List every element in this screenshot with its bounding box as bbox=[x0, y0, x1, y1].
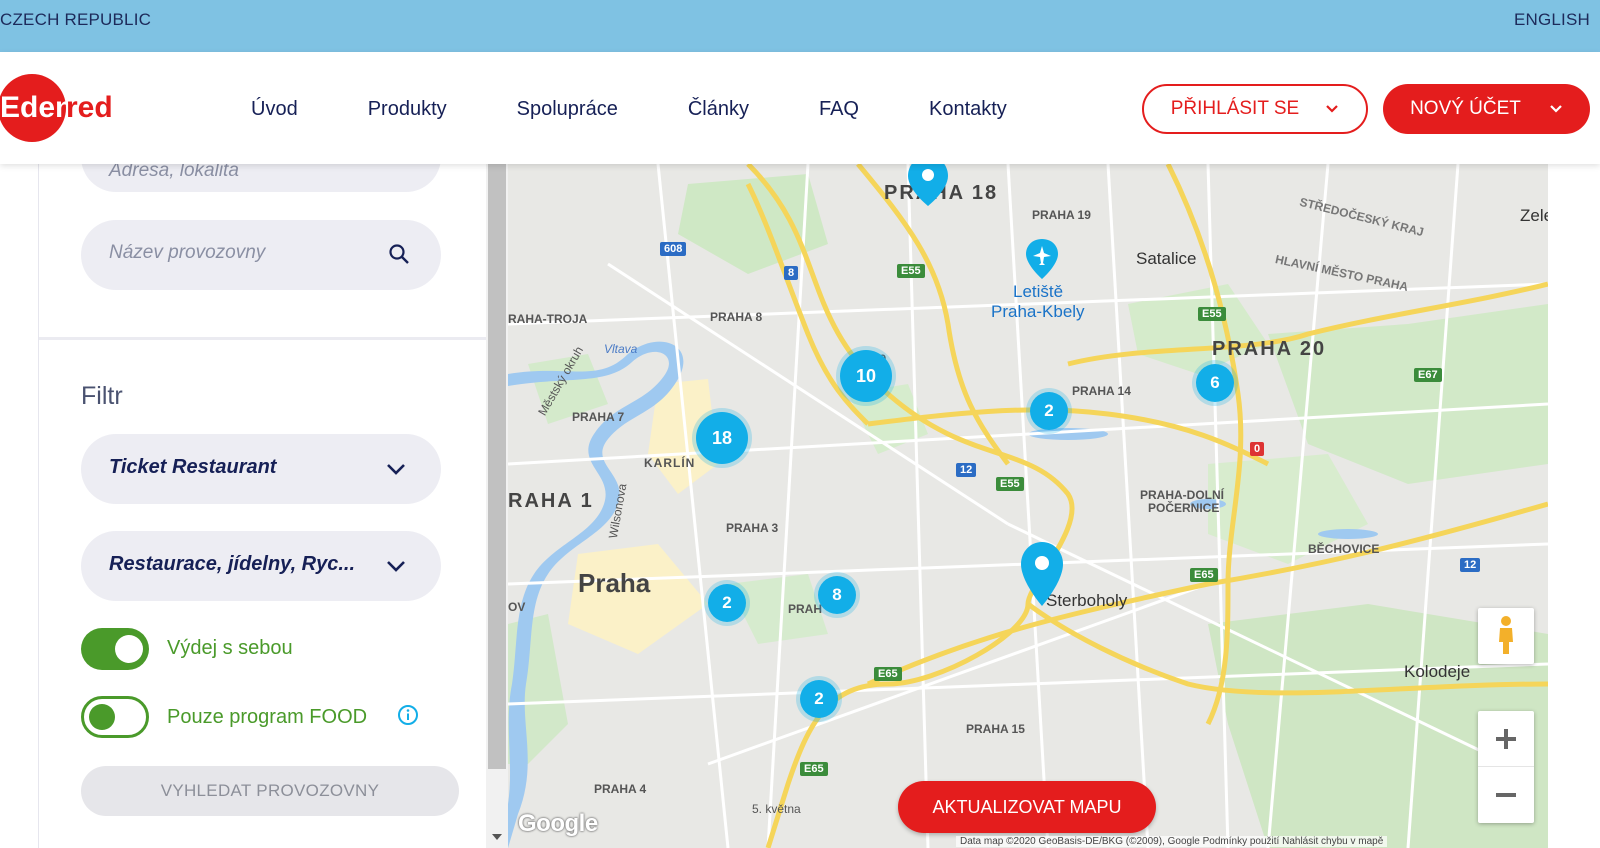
marker-cluster[interactable]: 2 bbox=[800, 680, 838, 718]
street-view-pegman[interactable] bbox=[1478, 608, 1534, 664]
new-account-button[interactable]: NOVÝ ÚČET bbox=[1383, 84, 1590, 134]
takeaway-toggle[interactable] bbox=[81, 628, 149, 670]
card-select[interactable]: Ticket Restaurant bbox=[81, 434, 441, 504]
map-attribution[interactable]: Data map ©2020 GeoBasis-DE/BKG (©2009), … bbox=[956, 836, 1388, 847]
map-label: 5. května bbox=[752, 802, 801, 816]
road-shield: 12 bbox=[1460, 558, 1481, 572]
login-label: PŘIHLÁSIT SE bbox=[1170, 98, 1300, 119]
info-icon[interactable] bbox=[397, 704, 419, 726]
marker-cluster[interactable]: 2 bbox=[708, 584, 746, 622]
edenred-logo[interactable]: Eden red bbox=[0, 72, 120, 144]
nav-uvod[interactable]: Úvod bbox=[251, 98, 298, 121]
map-label: PRAHA 4 bbox=[594, 782, 647, 796]
map[interactable]: PRAHA 18 PRAHA 19 Satalice STŘEDOČESKÝ K… bbox=[508, 164, 1548, 848]
site-header: Eden red Úvod Produkty Spolupráce Články… bbox=[0, 52, 1600, 164]
pegman-icon bbox=[1499, 616, 1513, 654]
map-label: Praha bbox=[578, 568, 651, 598]
map-label: RAHA 1 bbox=[508, 490, 594, 512]
map-label: PRAHA 3 bbox=[726, 521, 779, 535]
search-icon[interactable] bbox=[387, 242, 411, 266]
main-nav: Úvod Produkty Spolupráce Články FAQ Kont… bbox=[251, 98, 1007, 121]
map-label: PRAHA-DOLNÍ bbox=[1140, 488, 1224, 502]
map-label: Kolodeje bbox=[1404, 662, 1471, 681]
divider bbox=[39, 337, 487, 340]
map-label: PRAHA 14 bbox=[1072, 384, 1131, 398]
road-shield: 608 bbox=[660, 242, 687, 256]
top-bar: CZECH REPUBLIC ENGLISH bbox=[0, 0, 1600, 52]
location-pin-icon[interactable] bbox=[1020, 542, 1064, 606]
road-shield: E67 bbox=[1414, 368, 1442, 382]
category-select-value: Restaurace, jídelny, Ryc... bbox=[109, 553, 356, 575]
map-label: PRAHA 7 bbox=[572, 410, 625, 424]
map-label: POČERNICE bbox=[1148, 501, 1220, 515]
map-label: Zele bbox=[1520, 206, 1548, 225]
map-label: PRAH bbox=[788, 602, 823, 616]
panel-scrollbar[interactable] bbox=[486, 164, 508, 848]
map-label: PRAHA 19 bbox=[1032, 208, 1091, 222]
zoom-out-button[interactable] bbox=[1478, 767, 1534, 823]
marker-cluster[interactable]: 8 bbox=[818, 576, 856, 614]
search-panel: Adresa, lokalita Název provozovny Filtr … bbox=[38, 122, 487, 848]
map-label: RAHA-TROJA bbox=[508, 312, 588, 326]
road-shield: 0 bbox=[1250, 442, 1265, 456]
map-label: Satalice bbox=[1136, 249, 1197, 268]
road-shield: E55 bbox=[996, 477, 1024, 491]
nav-kontakty[interactable]: Kontakty bbox=[929, 98, 1007, 121]
nav-produkty[interactable]: Produkty bbox=[368, 98, 447, 121]
zoom-in-button[interactable] bbox=[1478, 711, 1534, 767]
map-label: BĚCHOVICE bbox=[1308, 542, 1380, 556]
airport-icon bbox=[1026, 239, 1058, 279]
zoom-control bbox=[1478, 711, 1534, 823]
takeaway-label: Výdej s sebou bbox=[167, 637, 293, 659]
marker-cluster[interactable]: 18 bbox=[696, 412, 748, 464]
svg-text:red: red bbox=[66, 91, 113, 124]
road-shield: 12 bbox=[956, 463, 977, 477]
minus-icon bbox=[1496, 793, 1516, 797]
nav-spoluprace[interactable]: Spolupráce bbox=[517, 98, 618, 121]
category-select[interactable]: Restaurace, jídelny, Ryc... bbox=[81, 531, 441, 601]
plus-icon bbox=[1496, 728, 1516, 749]
map-label: Letiště bbox=[1013, 282, 1064, 301]
marker-cluster[interactable]: 6 bbox=[1196, 364, 1234, 402]
language-switch[interactable]: ENGLISH bbox=[1514, 10, 1590, 30]
road-shield: E65 bbox=[874, 667, 902, 681]
name-input[interactable]: Název provozovny bbox=[81, 220, 441, 290]
food-only-toggle[interactable] bbox=[81, 696, 149, 738]
map-label: PRAHA 8 bbox=[710, 310, 763, 324]
login-button[interactable]: PŘIHLÁSIT SE bbox=[1142, 84, 1368, 134]
chevron-down-icon bbox=[1550, 105, 1562, 113]
road-shield: E65 bbox=[800, 762, 828, 776]
google-logo: Google bbox=[518, 810, 598, 837]
nav-clanky[interactable]: Články bbox=[688, 98, 749, 121]
marker-cluster[interactable]: 2 bbox=[1030, 392, 1068, 430]
card-select-value: Ticket Restaurant bbox=[109, 456, 277, 478]
map-label: KARLÍN bbox=[644, 456, 696, 470]
food-only-label: Pouze program FOOD bbox=[167, 706, 368, 728]
search-venues-button[interactable]: VYHLEDAT PROVOZOVNY bbox=[81, 766, 459, 816]
scrollbar-thumb[interactable] bbox=[488, 164, 506, 769]
name-placeholder: Název provozovny bbox=[109, 242, 266, 263]
road-shield: 8 bbox=[784, 266, 799, 280]
marker-cluster[interactable]: 10 bbox=[840, 350, 892, 402]
chevron-down-icon bbox=[387, 464, 405, 475]
chevron-down-icon bbox=[387, 561, 405, 572]
road-shield: E55 bbox=[1198, 307, 1226, 321]
road-shield: E65 bbox=[1190, 568, 1218, 582]
scroll-down-arrow[interactable] bbox=[492, 834, 502, 840]
country-selector[interactable]: CZECH REPUBLIC bbox=[0, 10, 151, 30]
nav-faq[interactable]: FAQ bbox=[819, 98, 859, 121]
map-label: OV bbox=[508, 600, 526, 614]
map-label: PRAHA 20 bbox=[1212, 338, 1327, 360]
svg-text:Eden: Eden bbox=[0, 91, 73, 124]
update-map-button[interactable]: AKTUALIZOVAT MAPU bbox=[898, 781, 1156, 833]
chevron-down-icon bbox=[1326, 105, 1339, 113]
filter-title: Filtr bbox=[81, 382, 123, 410]
page-gutter bbox=[1548, 164, 1600, 848]
road-shield: E55 bbox=[897, 264, 925, 278]
location-pin-icon[interactable] bbox=[906, 164, 950, 206]
map-label: Praha-Kbely bbox=[991, 302, 1085, 321]
map-label: Vltava bbox=[604, 342, 638, 356]
new-account-label: NOVÝ ÚČET bbox=[1410, 98, 1521, 119]
map-label: PRAHA 15 bbox=[966, 722, 1025, 736]
